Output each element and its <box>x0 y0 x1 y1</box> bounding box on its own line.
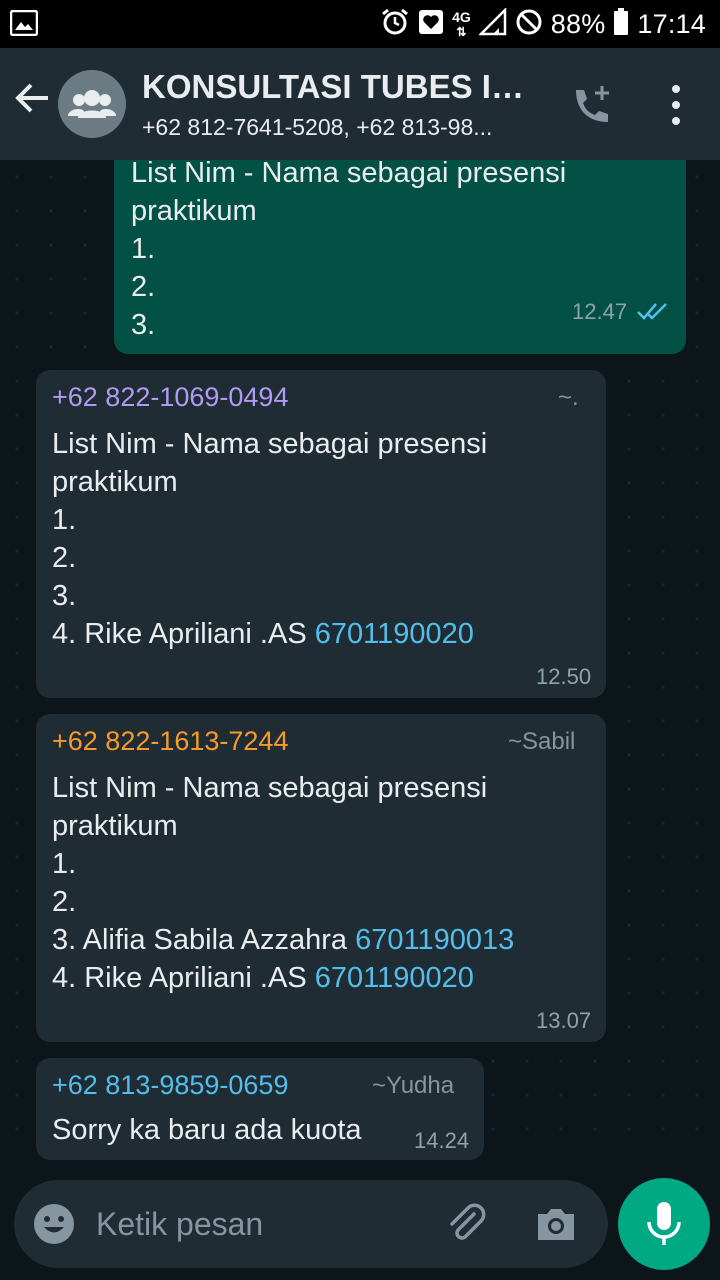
sender-phone[interactable]: +62 822-1069-0494 <box>52 382 590 413</box>
message-input-bar: Ketik pesan <box>14 1180 608 1268</box>
network-type-icon: 4G ⇅ <box>452 8 471 39</box>
message-line: List Nim - Nama sebagai presensi <box>52 772 488 804</box>
nim-phone-link[interactable]: 6701190013 <box>355 924 514 956</box>
incoming-message[interactable]: +62 822-1069-0494 ~. List Nim - Nama seb… <box>36 370 606 698</box>
status-bar: 4G ⇅ 88% 17:14 <box>0 0 720 48</box>
battery-percentage: 88% <box>550 8 606 39</box>
nim-phone-link[interactable]: 6701190020 <box>315 962 474 994</box>
student-name: 3. Alifia Sabila Azzahra <box>52 924 356 956</box>
group-title[interactable]: KONSULTASI TUBES ID... <box>142 68 542 106</box>
voice-record-button[interactable] <box>618 1178 710 1270</box>
emoji-icon[interactable] <box>32 1202 76 1246</box>
sender-alias: ~Yudha <box>372 1072 455 1099</box>
incoming-message[interactable]: +62 813-9859-0659 ~Yudha Sorry ka baru a… <box>36 1058 484 1160</box>
message-line: 3. <box>52 580 77 612</box>
attachment-icon[interactable] <box>444 1200 490 1246</box>
outgoing-message[interactable]: List Nim - Nama sebagai presensi praktik… <box>114 160 686 354</box>
double-check-read-icon <box>636 300 670 327</box>
message-input[interactable]: Ketik pesan <box>96 1206 263 1243</box>
message-line: praktikum <box>52 810 178 842</box>
nim-phone-link[interactable]: 6701190020 <box>315 618 474 650</box>
message-line: 4. Rike Apriliani .AS 6701190020 <box>52 959 590 997</box>
heart-notification-icon <box>418 9 444 40</box>
group-icon <box>68 90 116 118</box>
microphone-icon <box>647 1202 681 1245</box>
incoming-message[interactable]: +62 822-1613-7244 ~Sabil List Nim - Nama… <box>36 714 606 1042</box>
camera-icon[interactable] <box>534 1202 578 1246</box>
message-text: Sorry ka baru ada kuota <box>52 1114 362 1146</box>
message-line: 1. <box>52 848 77 880</box>
message-time: 12.47 <box>572 299 628 324</box>
signal-icon <box>477 6 507 41</box>
message-line: 4. Rike Apriliani .AS 6701190020 <box>52 615 590 653</box>
message-line: 3. Alifia Sabila Azzahra 6701190013 <box>52 921 590 959</box>
alarm-icon <box>380 7 410 42</box>
message-line: 1. <box>52 504 77 536</box>
group-participants[interactable]: +62 812-7641-5208, +62 813-98... <box>142 114 542 141</box>
message-time: 14.24 <box>414 1128 470 1153</box>
add-call-icon[interactable] <box>566 80 618 132</box>
gallery-notification-icon <box>9 9 39 41</box>
message-line: 2. <box>52 886 77 918</box>
back-arrow-icon[interactable] <box>12 78 56 128</box>
clock: 17:14 <box>637 8 706 39</box>
more-options-icon[interactable] <box>660 78 692 132</box>
message-time: 12.50 <box>536 664 592 689</box>
student-name: 4. Rike Apriliani .AS <box>52 962 315 994</box>
battery-icon <box>613 7 629 41</box>
student-name: 4. Rike Apriliani .AS <box>52 618 315 650</box>
chat-messages[interactable]: List Nim - Nama sebagai presensi praktik… <box>0 160 720 1160</box>
do-not-disturb-icon <box>515 8 543 41</box>
group-avatar[interactable] <box>58 70 126 138</box>
message-line: praktikum <box>52 466 178 498</box>
message-line: List Nim - Nama sebagai presensi <box>52 428 488 460</box>
chat-header: KONSULTASI TUBES ID... +62 812-7641-5208… <box>0 48 720 160</box>
message-time: 13.07 <box>536 1008 592 1033</box>
sender-alias: ~. <box>558 384 579 411</box>
sender-alias: ~Sabil <box>508 728 576 755</box>
message-line: 2. <box>52 542 77 574</box>
